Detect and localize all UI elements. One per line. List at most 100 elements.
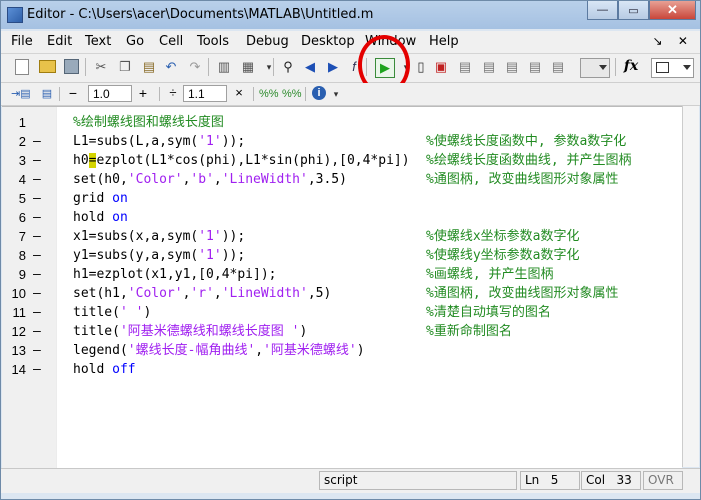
minimize-button[interactable]: —: [587, 1, 618, 20]
code-line[interactable]: 12– title('阿基米德螺线和螺线长度图 ') %重新命制图名: [2, 322, 682, 341]
breakpoint-marker[interactable]: –: [33, 284, 41, 303]
cut-icon[interactable]: ✂: [93, 59, 109, 75]
find-icon[interactable]: ⚲: [280, 59, 296, 75]
code-editor[interactable]: 1 %绘制螺线图和螺线长度图 2– L1=subs(L,a,sym('1')); %使螺…: [2, 106, 682, 468]
multiply-value-field[interactable]: 1.1: [183, 85, 227, 102]
open-folder-icon[interactable]: [39, 60, 56, 73]
code-line[interactable]: 14– hold off: [2, 360, 682, 379]
code-text: set(h1,'Color','r','LineWidth',5): [73, 286, 332, 301]
code-line[interactable]: 13– legend('螺线长度-幅角曲线','阿基米德螺线'): [2, 341, 682, 360]
toolbar-dropdown-icon[interactable]: ▾: [261, 59, 277, 75]
code-line[interactable]: 7– x1=subs(x,a,sym('1')); %使螺线x坐标参数a数字化: [2, 227, 682, 246]
line-number: 7: [18, 229, 26, 244]
matlab-editor-icon: [7, 7, 23, 23]
breakpoint-marker[interactable]: –: [33, 208, 41, 227]
step-icon[interactable]: ▤: [457, 59, 473, 75]
info-dropdown-icon[interactable]: ▾: [328, 86, 344, 102]
eval-cell-icon[interactable]: ▤: [39, 86, 55, 102]
clear-breakpoints-icon[interactable]: ▣: [433, 59, 449, 75]
stack-dropdown[interactable]: [580, 58, 610, 78]
code-text: legend('螺线长度-幅角曲线','阿基米德螺线'): [73, 343, 365, 358]
continue-icon[interactable]: ▤: [527, 59, 543, 75]
restore-button[interactable]: ▭: [618, 1, 649, 20]
cell-mode-icon[interactable]: %%: [259, 86, 279, 102]
main-toolbar: ✂ ❐ ▤ ↶ ↷ ▥ ▦ ▾ ⚲ ◀ ▶ f ▶ ▾ ▯ ▣ ▤ ▤ ▤ ▤ …: [1, 54, 700, 83]
menu-edit[interactable]: Edit: [47, 34, 72, 49]
menu-tools[interactable]: Tools: [197, 34, 229, 49]
cell-mode-2-icon[interactable]: %%: [282, 86, 302, 102]
breakpoint-marker[interactable]: –: [33, 132, 41, 151]
code-line[interactable]: 10– set(h1,'Color','r','LineWidth',5) %通图柄…: [2, 284, 682, 303]
save-icon[interactable]: [64, 59, 79, 74]
code-line[interactable]: 3– h0=ezplot(L1*cos(phi),L1*sin(phi),[0,4…: [2, 151, 682, 170]
menu-file[interactable]: File: [11, 34, 33, 49]
forward-icon[interactable]: ▶: [325, 59, 341, 75]
window-title: Editor - C:\Users\acer\Documents\MATLAB\…: [27, 7, 374, 22]
breakpoint-marker[interactable]: –: [33, 227, 41, 246]
breakpoint-marker[interactable]: –: [33, 246, 41, 265]
paste-icon[interactable]: ▤: [141, 59, 157, 75]
line-number: 4: [18, 172, 26, 187]
code-line[interactable]: 1 %绘制螺线图和螺线长度图: [2, 113, 682, 132]
line-number: 14: [11, 362, 26, 377]
code-text: set(h0,'Color','b','LineWidth',3.5): [73, 172, 347, 187]
redo-icon[interactable]: ↷: [187, 59, 203, 75]
file-type-indicator: script: [319, 471, 517, 490]
breakpoint-marker[interactable]: –: [33, 303, 41, 322]
print-icon[interactable]: ▥: [216, 59, 232, 75]
dock-close-icons[interactable]: ↘ ✕: [653, 34, 694, 48]
breakpoint-marker[interactable]: –: [33, 151, 41, 170]
decrement-icon[interactable]: −: [65, 85, 81, 101]
insert-cell-icon[interactable]: ⇥▤: [11, 86, 31, 102]
line-number: 10: [11, 286, 26, 301]
code-line[interactable]: 9– h1=ezplot(x1,y1,[0,4*pi]); %画螺线, 并产生图柄: [2, 265, 682, 284]
menu-desktop[interactable]: Desktop: [301, 34, 355, 49]
line-value: 5: [550, 473, 559, 487]
line-number: 5: [18, 191, 26, 206]
menu-debug[interactable]: Debug: [246, 34, 289, 49]
menu-go[interactable]: Go: [126, 34, 144, 49]
code-line[interactable]: 8– y1=subs(y,a,sym('1')); %使螺线y坐标参数a数字化: [2, 246, 682, 265]
fx-icon[interactable]: fx: [623, 58, 639, 74]
vertical-scrollbar[interactable]: [682, 106, 699, 467]
menu-text[interactable]: Text: [85, 34, 111, 49]
line-number: 1: [18, 115, 26, 130]
close-button[interactable]: ✕: [649, 1, 696, 20]
find-files-icon[interactable]: ▦: [240, 59, 256, 75]
exit-debug-icon[interactable]: ▤: [550, 59, 566, 75]
code-line[interactable]: 2– L1=subs(L,a,sym('1')); %使螺线长度函数中, 参数a数字…: [2, 132, 682, 151]
multiply-icon[interactable]: ×: [231, 85, 247, 101]
code-line[interactable]: 6– hold on: [2, 208, 682, 227]
breakpoint-marker[interactable]: –: [33, 322, 41, 341]
divide-icon[interactable]: ÷: [165, 85, 181, 101]
code-comment: %通图柄, 改变曲线图形对象属性: [426, 286, 619, 301]
code-line[interactable]: 4– set(h0,'Color','b','LineWidth',3.5) %通图…: [2, 170, 682, 189]
decrement-value-field[interactable]: 1.0: [88, 85, 132, 102]
line-number: 8: [18, 248, 26, 263]
copy-icon[interactable]: ❐: [117, 59, 133, 75]
increment-icon[interactable]: +: [135, 85, 151, 101]
line-indicator: Ln 5: [520, 471, 580, 490]
step-out-icon[interactable]: ▤: [504, 59, 520, 75]
step-in-icon[interactable]: ▤: [481, 59, 497, 75]
menu-help[interactable]: Help: [429, 34, 459, 49]
back-icon[interactable]: ◀: [302, 59, 318, 75]
undo-icon[interactable]: ↶: [163, 59, 179, 75]
code-line[interactable]: 11– title(' ') %清楚自动填写的图名: [2, 303, 682, 322]
breakpoint-marker[interactable]: –: [33, 265, 41, 284]
new-file-icon[interactable]: [15, 59, 29, 75]
menu-cell[interactable]: Cell: [159, 34, 183, 49]
line-number: 6: [18, 210, 26, 225]
code-comment: %使螺线长度函数中, 参数a数字化: [426, 134, 627, 149]
breakpoint-marker[interactable]: –: [33, 189, 41, 208]
run-section-icon[interactable]: ▯: [413, 59, 429, 75]
info-icon[interactable]: i: [312, 86, 326, 100]
code-comment: %清楚自动填写的图名: [426, 305, 551, 320]
breakpoint-marker[interactable]: –: [33, 360, 41, 379]
code-comment: %使螺线x坐标参数a数字化: [426, 229, 580, 244]
code-line[interactable]: 5– grid on: [2, 189, 682, 208]
layout-dropdown[interactable]: [651, 58, 694, 78]
breakpoint-marker[interactable]: –: [33, 170, 41, 189]
code-comment: %重新命制图名: [426, 324, 512, 339]
breakpoint-marker[interactable]: –: [33, 341, 41, 360]
